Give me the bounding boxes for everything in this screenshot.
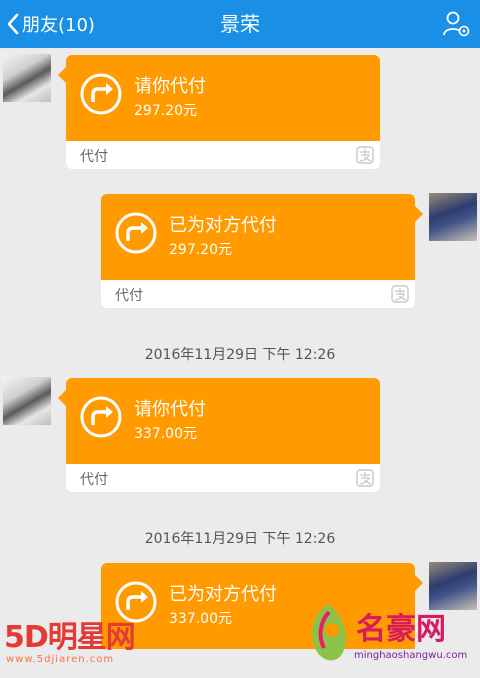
contact-avatar[interactable] xyxy=(3,54,51,102)
payment-source-label: 代付 xyxy=(115,288,143,304)
payment-source-label: 代付 xyxy=(80,472,108,488)
payment-title: 请你代付 xyxy=(134,76,206,97)
alipay-icon xyxy=(391,285,409,303)
payment-amount: 297.20元 xyxy=(169,242,232,258)
watermark-5d-logo: 5D明星网 xyxy=(4,620,136,655)
minghao-logo-icon xyxy=(312,604,346,661)
payment-source-label: 代付 xyxy=(80,149,108,165)
watermark-minghao: 名豪网 minghaoshangwu.com xyxy=(300,598,476,676)
my-avatar[interactable] xyxy=(429,193,477,241)
contact-avatar[interactable] xyxy=(3,377,51,425)
watermark-5d: 5D明星网 www.5djiaren.com xyxy=(4,620,136,666)
payment-title: 已为对方代付 xyxy=(169,215,277,236)
payment-amount: 337.00元 xyxy=(134,426,197,442)
payment-amount: 337.00元 xyxy=(169,611,232,627)
watermark-5d-url: www.5djiaren.com xyxy=(6,654,115,665)
back-button[interactable]: 朋友(10) xyxy=(6,0,95,48)
watermark-minghao-url: minghaoshangwu.com xyxy=(354,650,468,661)
contact-settings-icon[interactable] xyxy=(442,10,470,38)
message-timestamp: 2016年11月29日 下午 12:26 xyxy=(144,347,336,363)
payment-request-card[interactable]: 请你代付 337.00元 代付 xyxy=(58,378,380,492)
card-footer xyxy=(66,141,380,169)
share-arrow-icon xyxy=(115,581,157,623)
card-footer xyxy=(66,464,380,492)
navigation-bar: 朋友(10) 景荣 xyxy=(0,0,480,48)
payment-amount: 297.20元 xyxy=(134,103,197,119)
alipay-icon xyxy=(356,469,374,487)
payment-title: 请你代付 xyxy=(134,399,206,420)
payment-request-card[interactable]: 请你代付 297.20元 代付 xyxy=(58,55,380,169)
share-arrow-icon xyxy=(80,73,122,115)
share-arrow-icon xyxy=(80,396,122,438)
alipay-icon xyxy=(356,146,374,164)
message-timestamp: 2016年11月29日 下午 12:26 xyxy=(144,531,336,547)
chevron-left-icon xyxy=(7,13,19,35)
payment-completed-card[interactable]: 已为对方代付 297.20元 代付 xyxy=(101,194,423,308)
payment-title: 已为对方代付 xyxy=(169,584,277,605)
back-label: 朋友(10) xyxy=(22,15,95,36)
watermark-minghao-text: 名豪网 xyxy=(356,612,446,647)
card-footer xyxy=(101,280,415,308)
share-arrow-icon xyxy=(115,212,157,254)
